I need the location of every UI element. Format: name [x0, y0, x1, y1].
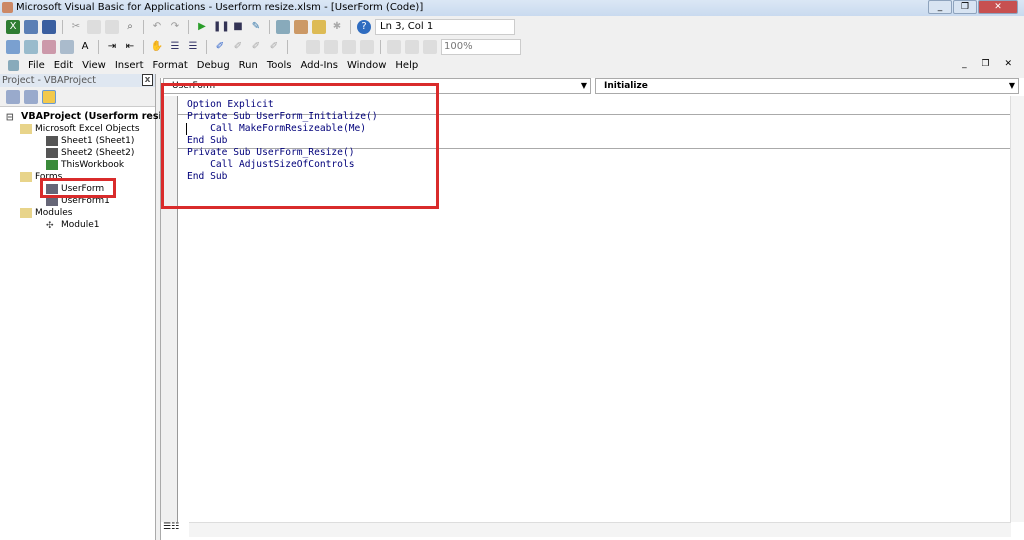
- previous-bookmark-icon[interactable]: ✐: [249, 40, 263, 54]
- outdent-icon[interactable]: ⇤: [123, 40, 137, 54]
- parameter-info-icon[interactable]: [60, 40, 74, 54]
- view-toggle-icons[interactable]: ☰☷: [163, 522, 187, 537]
- menu-tools[interactable]: Tools: [267, 60, 292, 71]
- quick-info-icon[interactable]: [42, 40, 56, 54]
- indent-icon[interactable]: ⇥: [105, 40, 119, 54]
- close-button[interactable]: ✕: [978, 0, 1018, 14]
- complete-word-icon[interactable]: A: [78, 40, 92, 54]
- bring-to-front-icon[interactable]: [306, 40, 320, 54]
- tree-item-module1[interactable]: ✣ Module1: [46, 219, 99, 231]
- menu-window[interactable]: Window: [347, 60, 386, 71]
- reset-icon[interactable]: ■: [231, 20, 245, 34]
- vba-app-icon: [2, 2, 13, 13]
- find-icon[interactable]: ⌕: [123, 20, 137, 34]
- menu-run[interactable]: Run: [239, 60, 258, 71]
- project-explorer-title: Project - VBAProject: [2, 75, 96, 86]
- tree-item-sheet1[interactable]: Sheet1 (Sheet1): [46, 135, 134, 147]
- highlight-code: [161, 83, 439, 209]
- menu-format[interactable]: Format: [153, 60, 188, 71]
- standard-toolbar: X ✂ ⌕ ↶ ↷ ▶ ❚❚ ■ ✎ ✱ ? Ln 3, Col 1: [0, 17, 1024, 37]
- procedure-dropdown[interactable]: Initialize ▼: [595, 78, 1019, 94]
- excel-icon[interactable]: X: [6, 20, 20, 34]
- comment-block-icon[interactable]: ☰: [168, 40, 182, 54]
- send-to-back-icon[interactable]: [324, 40, 338, 54]
- zoom-combo[interactable]: 100%: [441, 39, 521, 55]
- tree-folder-modules[interactable]: Modules: [20, 207, 72, 219]
- ungroup-icon[interactable]: [360, 40, 374, 54]
- menu-insert[interactable]: Insert: [115, 60, 144, 71]
- paste-icon[interactable]: [105, 20, 119, 34]
- menu-debug[interactable]: Debug: [197, 60, 230, 71]
- view-object-icon[interactable]: [24, 89, 38, 104]
- menu-add-ins[interactable]: Add-Ins: [301, 60, 338, 71]
- edit-toolbar: A ⇥ ⇤ ✋ ☰ ☰ ✐ ✐ ✐ ✐ 100%: [0, 37, 1024, 57]
- menu-view[interactable]: View: [82, 60, 106, 71]
- uncomment-block-icon[interactable]: ☰: [186, 40, 200, 54]
- align-icon[interactable]: [387, 40, 401, 54]
- properties-icon[interactable]: [294, 20, 308, 34]
- menu-edit[interactable]: Edit: [54, 60, 73, 71]
- view-code-icon[interactable]: [6, 89, 20, 104]
- undo-icon[interactable]: ↶: [150, 20, 164, 34]
- tree-item-thisworkbook[interactable]: ThisWorkbook: [46, 159, 124, 171]
- menu-bar: File Edit View Insert Format Debug Run T…: [0, 57, 418, 74]
- horizontal-scrollbar[interactable]: [189, 522, 1011, 537]
- redo-icon[interactable]: ↷: [168, 20, 182, 34]
- toggle-breakpoint-icon[interactable]: ✋: [150, 40, 164, 54]
- tree-item-sheet2[interactable]: Sheet2 (Sheet2): [46, 147, 134, 159]
- menu-help[interactable]: Help: [395, 60, 418, 71]
- list-properties-icon[interactable]: [6, 40, 20, 54]
- window-title: Microsoft Visual Basic for Applications …: [16, 2, 424, 13]
- list-constants-icon[interactable]: [24, 40, 38, 54]
- insert-userform-icon[interactable]: [24, 20, 38, 34]
- clear-bookmarks-icon[interactable]: ✐: [267, 40, 281, 54]
- next-bookmark-icon[interactable]: ✐: [231, 40, 245, 54]
- cut-icon[interactable]: ✂: [69, 20, 83, 34]
- restore-button[interactable]: ❐: [953, 0, 977, 14]
- copy-icon[interactable]: [87, 20, 101, 34]
- module-icon: [8, 60, 19, 71]
- toggle-bookmark-icon[interactable]: ✐: [213, 40, 227, 54]
- vertical-scrollbar[interactable]: [1010, 96, 1024, 522]
- toolbox-icon[interactable]: ✱: [330, 20, 344, 34]
- window-controls: _ ❐ ✕: [928, 0, 1018, 14]
- cursor-position: Ln 3, Col 1: [375, 19, 515, 35]
- run-icon[interactable]: ▶: [195, 20, 209, 34]
- group-icon[interactable]: [342, 40, 356, 54]
- highlight-userform: [40, 178, 116, 198]
- project-explorer-icon[interactable]: [276, 20, 290, 34]
- minimize-button[interactable]: _: [928, 0, 952, 14]
- title-bar: Microsoft Visual Basic for Applications …: [0, 0, 1024, 16]
- project-explorer: Project - VBAProject x ⊟ VBAProject (Userf…: [0, 74, 207, 540]
- close-project-explorer-button[interactable]: x: [142, 74, 153, 86]
- save-icon[interactable]: [42, 20, 56, 34]
- break-icon[interactable]: ❚❚: [213, 20, 230, 34]
- mdi-controls[interactable]: _ ❐ ✕: [962, 59, 1018, 69]
- help-icon[interactable]: ?: [357, 20, 371, 34]
- tree-folder-excel-objects[interactable]: Microsoft Excel Objects: [20, 123, 140, 135]
- menu-file[interactable]: File: [28, 60, 45, 71]
- center-icon[interactable]: [405, 40, 419, 54]
- design-mode-icon[interactable]: ✎: [249, 20, 263, 34]
- toggle-folders-icon[interactable]: [42, 89, 56, 104]
- object-browser-icon[interactable]: [312, 20, 326, 34]
- size-icon[interactable]: [423, 40, 437, 54]
